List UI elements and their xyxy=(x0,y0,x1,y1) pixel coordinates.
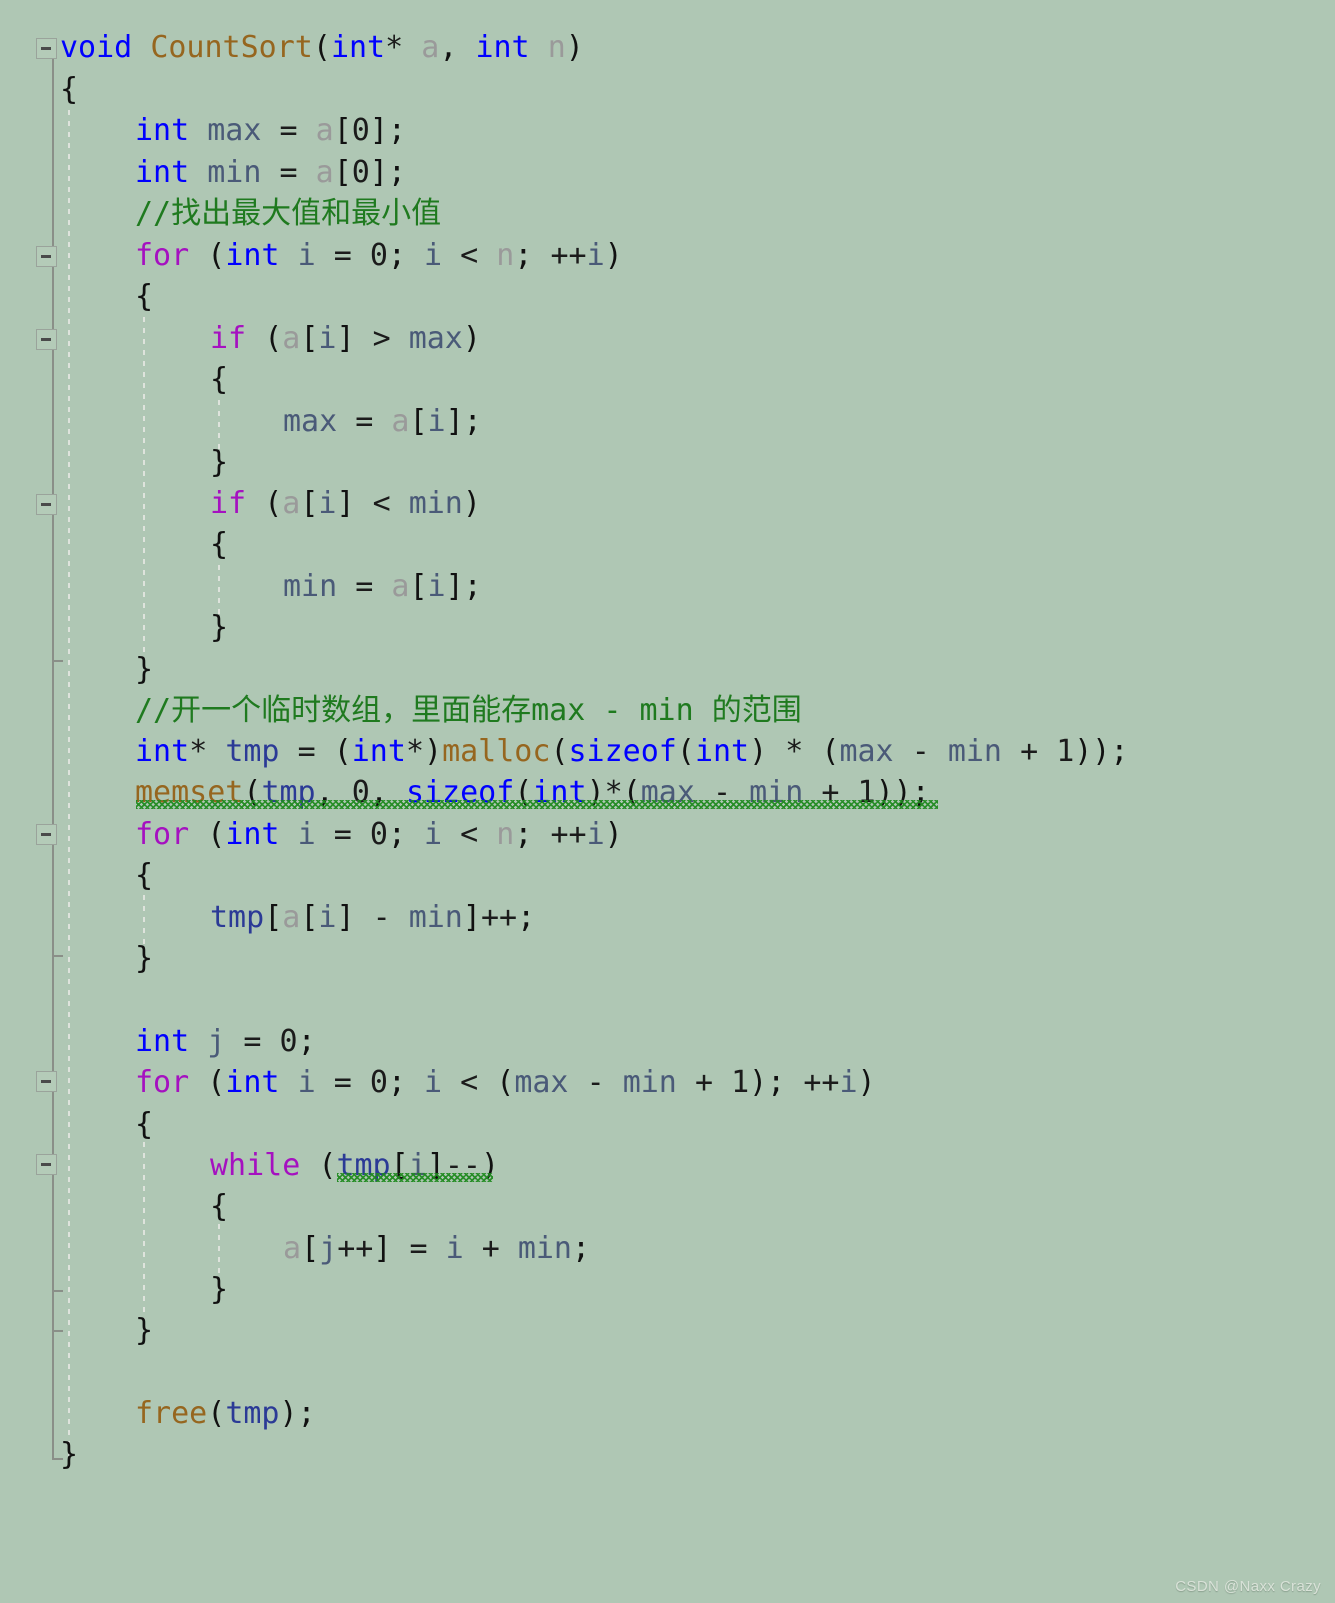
code-editor-screenshot: void CountSort(int* a, int n) { int max … xyxy=(0,0,1335,1603)
error-squiggle-while xyxy=(337,1173,493,1182)
code-content[interactable]: void CountSort(int* a, int n) { int max … xyxy=(0,0,1335,1603)
csdn-watermark: CSDN @Naxx Crazy xyxy=(1175,1578,1321,1595)
error-squiggle-memset xyxy=(136,800,938,809)
comment-find-max-min: //找出最大值和最小值 xyxy=(135,196,442,231)
comment-temp-array: //开一个临时数组，里面能存max - min 的范围 xyxy=(135,693,802,728)
